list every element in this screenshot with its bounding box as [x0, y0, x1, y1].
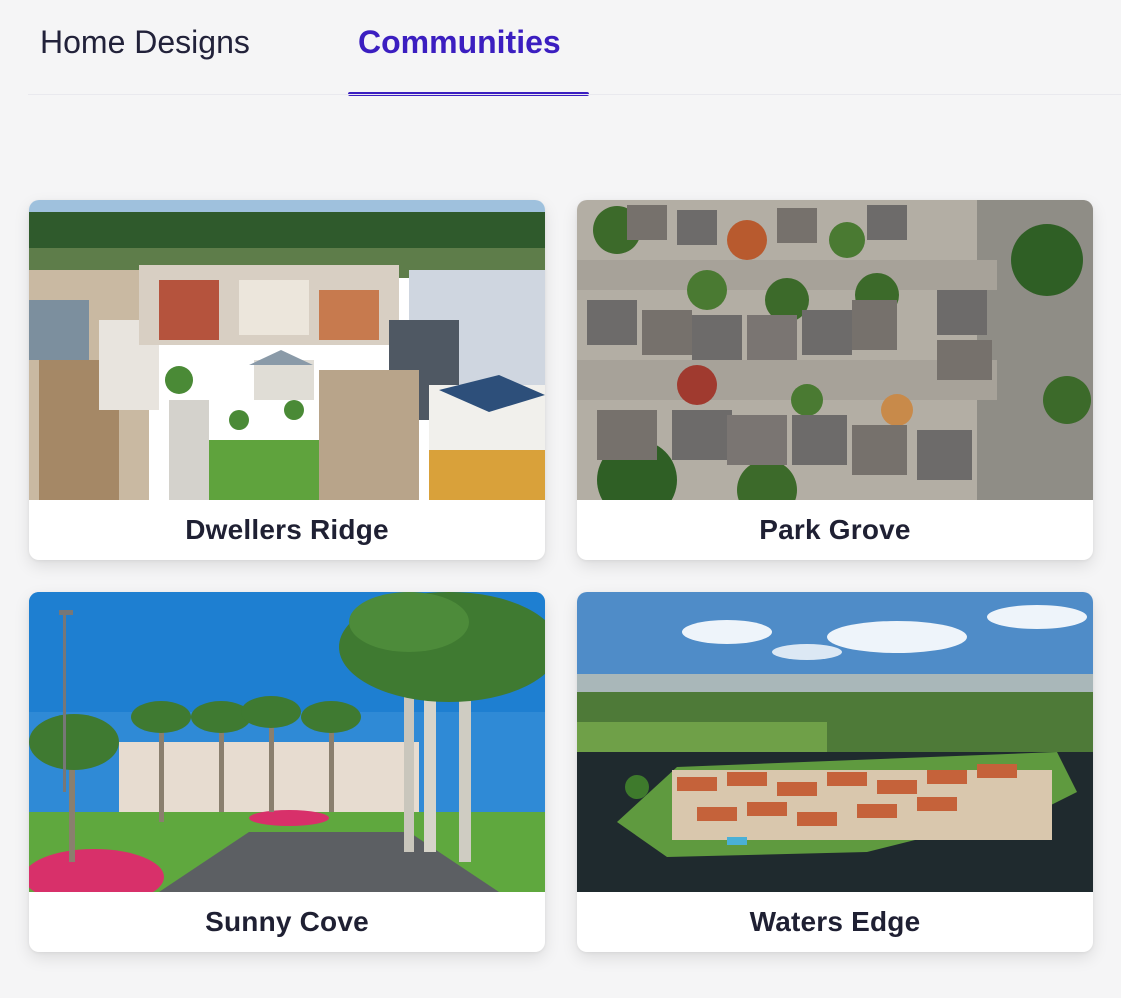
community-card-sunny-cove[interactable]: Sunny Cove	[29, 592, 545, 952]
community-photo-dwellers-ridge	[29, 200, 545, 500]
community-card-dwellers-ridge[interactable]: Dwellers Ridge	[29, 200, 545, 560]
community-photo-waters-edge	[577, 592, 1093, 892]
tab-divider	[28, 94, 1121, 95]
community-name: Dwellers Ridge	[185, 514, 389, 545]
tab-bar: Home Designs Communities	[0, 0, 1121, 96]
tab-communities[interactable]: Communities	[358, 20, 561, 64]
community-name: Park Grove	[759, 514, 911, 545]
tab-home-designs[interactable]: Home Designs	[40, 20, 250, 64]
community-card-park-grove[interactable]: Park Grove	[577, 200, 1093, 560]
community-photo-park-grove	[577, 200, 1093, 500]
community-card-waters-edge[interactable]: Waters Edge	[577, 592, 1093, 952]
community-photo-sunny-cove	[29, 592, 545, 892]
community-name: Waters Edge	[749, 906, 921, 937]
community-name: Sunny Cove	[205, 906, 369, 937]
